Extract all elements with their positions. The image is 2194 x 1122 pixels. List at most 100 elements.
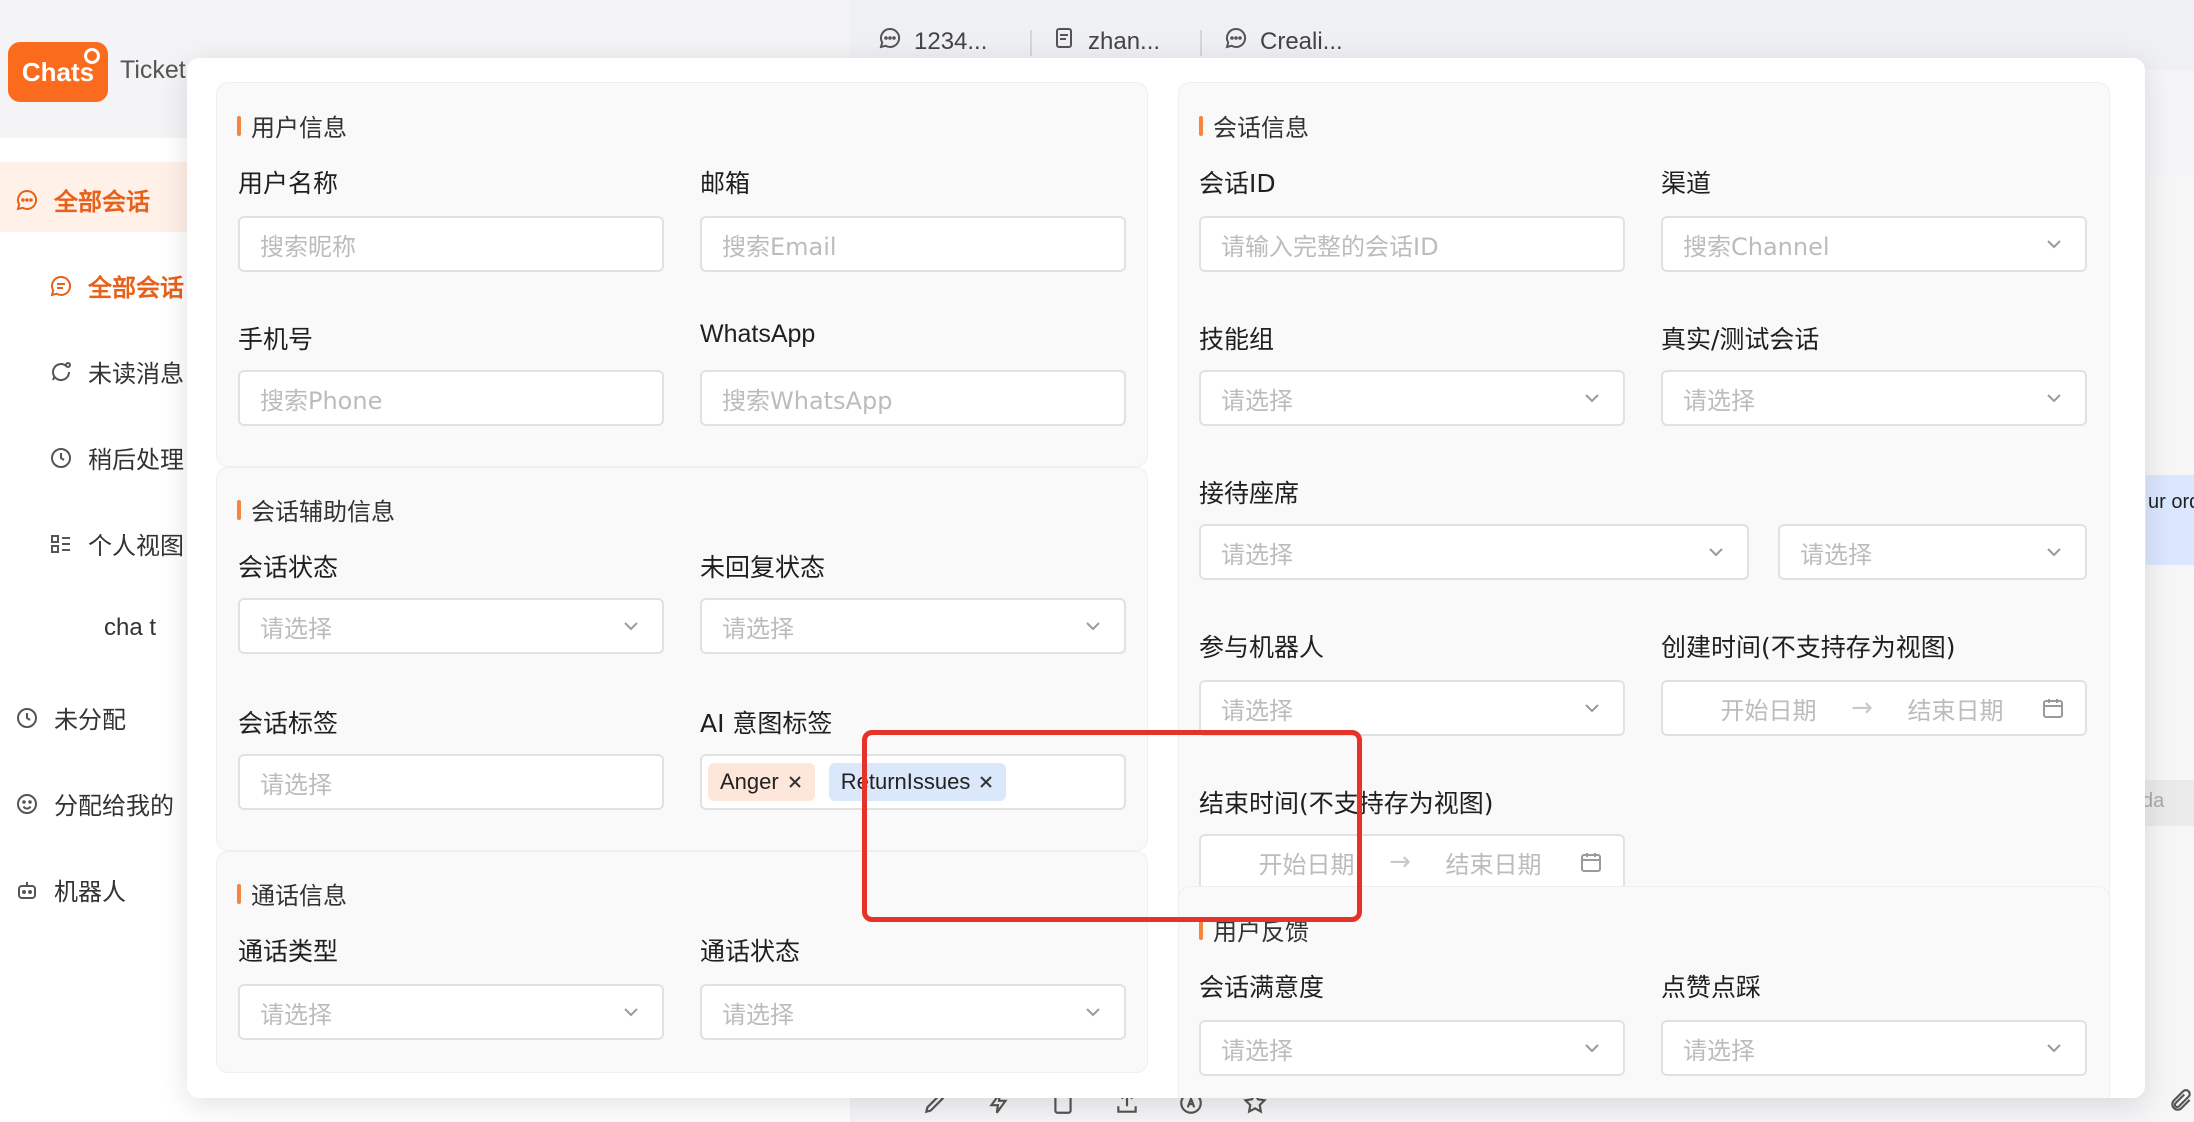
- placeholder: 请选择: [722, 614, 794, 643]
- placeholder: 请选择: [1683, 386, 1755, 415]
- highlight-box: [862, 730, 1362, 922]
- chat-bubble-icon: [878, 26, 902, 57]
- sidebar-item-label: 个人视图: [88, 532, 184, 560]
- section-title-text: 用户信息: [251, 114, 347, 142]
- bot-select[interactable]: 请选择: [1199, 680, 1625, 736]
- calendar-icon: [1579, 850, 1603, 874]
- created-time-label: 创建时间(不支持存为视图): [1661, 633, 1956, 662]
- reply-status-select[interactable]: 请选择: [700, 598, 1126, 654]
- placeholder: 请选择: [260, 614, 332, 643]
- document-icon: [1052, 26, 1076, 57]
- sidebar-item-assigned-to-me[interactable]: 分配给我的: [14, 786, 174, 821]
- chat-tag-label: 会话标签: [238, 709, 339, 738]
- sidebar-item-label: 全部会话: [54, 188, 150, 216]
- tickets-tab[interactable]: Ticket: [120, 56, 186, 85]
- section-accent-bar: [237, 499, 241, 520]
- session-id-input[interactable]: 请输入完整的会话ID: [1199, 216, 1625, 272]
- sidebar-subitem-all-chats[interactable]: 全部会话: [48, 268, 184, 303]
- chat-tag-select[interactable]: 请选择: [238, 754, 664, 810]
- placeholder: 请选择: [1221, 540, 1293, 569]
- smile-icon: [14, 791, 40, 817]
- attachment-icon[interactable]: [2168, 1088, 2194, 1118]
- session-id-label: 会话ID: [1199, 169, 1276, 198]
- channel-label: 渠道: [1661, 169, 1712, 198]
- user-info-title: 用户信息: [237, 108, 347, 143]
- sidebar-item-unassigned[interactable]: 未分配: [14, 700, 126, 735]
- placeholder: 搜索昵称: [260, 232, 356, 261]
- chat-bubble-icon: [14, 187, 40, 213]
- sidebar-item-label: 分配给我的: [54, 792, 174, 820]
- call-status-label: 通话状态: [700, 937, 801, 966]
- agent-select[interactable]: 请选择: [1199, 524, 1749, 580]
- placeholder: 请选择: [1221, 696, 1293, 725]
- chat-tab-2[interactable]: zhan...: [1052, 26, 1160, 57]
- phone-input[interactable]: 搜索Phone: [238, 370, 664, 426]
- robot-icon: [14, 877, 40, 903]
- chats-tab-button[interactable]: Chats: [8, 42, 108, 102]
- agent-label: 接待座席: [1199, 479, 1300, 508]
- chat-tab-label: 1234...: [914, 27, 988, 55]
- sidebar-item-all-chats[interactable]: 全部会话: [14, 182, 150, 217]
- clock-icon: [14, 705, 40, 731]
- satisfaction-select[interactable]: 请选择: [1199, 1020, 1625, 1076]
- like-dislike-select[interactable]: 请选择: [1661, 1020, 2087, 1076]
- chat-circle-icon: [48, 273, 74, 299]
- agent-secondary-select[interactable]: 请选择: [1778, 524, 2087, 580]
- real-test-select[interactable]: 请选择: [1661, 370, 2087, 426]
- user-name-input[interactable]: 搜索昵称: [238, 216, 664, 272]
- sidebar-item-later[interactable]: 稍后处理: [48, 440, 184, 475]
- tab-separator: [1030, 30, 1032, 56]
- end-date-placeholder: 结束日期: [1907, 696, 2004, 725]
- placeholder: 搜索Email: [722, 232, 837, 261]
- chevron-down-icon: [620, 615, 642, 637]
- arrow-right-icon: →: [1389, 847, 1411, 877]
- chevron-down-icon: [2043, 1037, 2065, 1059]
- call-status-select[interactable]: 请选择: [700, 984, 1126, 1040]
- chevron-down-icon: [2043, 541, 2065, 563]
- chat-status-select[interactable]: 请选择: [238, 598, 664, 654]
- chat-tab-1[interactable]: 1234...: [878, 26, 987, 57]
- aux-info-title: 会话辅助信息: [237, 492, 395, 527]
- unread-icon: [48, 359, 74, 385]
- placeholder: 请选择: [1683, 1036, 1755, 1065]
- arrow-right-icon: →: [1851, 693, 1873, 723]
- chevron-down-icon: [1082, 1001, 1104, 1023]
- sidebar-item-cha-t[interactable]: cha t: [104, 614, 156, 642]
- chat-tab-3[interactable]: Creali...: [1224, 26, 1343, 57]
- notification-dot: [84, 48, 100, 64]
- ai-intent-tag-label: AI 意图标签: [700, 709, 833, 738]
- start-date-placeholder: 开始日期: [1720, 696, 1817, 725]
- tag-chip-label: Anger: [720, 769, 779, 794]
- skill-group-select[interactable]: 请选择: [1199, 370, 1625, 426]
- user-name-label: 用户名称: [238, 169, 339, 198]
- like-dislike-label: 点赞点踩: [1661, 973, 1762, 1002]
- email-label: 邮箱: [700, 169, 751, 198]
- chevron-down-icon: [2043, 387, 2065, 409]
- email-input[interactable]: 搜索Email: [700, 216, 1126, 272]
- placeholder: 请选择: [260, 1000, 332, 1029]
- whatsapp-input[interactable]: 搜索WhatsApp: [700, 370, 1126, 426]
- section-title-text: 会话信息: [1213, 114, 1309, 142]
- sidebar-item-personal-view[interactable]: 个人视图: [48, 526, 184, 561]
- sidebar-item-unread[interactable]: 未读消息: [48, 354, 184, 389]
- chevron-down-icon: [1705, 541, 1727, 563]
- sidebar-item-robot[interactable]: 机器人: [14, 872, 126, 907]
- section-accent-bar: [237, 115, 241, 136]
- chevron-down-icon: [1581, 1037, 1603, 1059]
- channel-select[interactable]: 搜索Channel: [1661, 216, 2087, 272]
- section-title-text: 会话辅助信息: [251, 498, 395, 526]
- section-title-text: 通话信息: [251, 882, 347, 910]
- chat-tab-label: zhan...: [1088, 27, 1161, 55]
- message-bubble: ur ord: [2146, 475, 2194, 565]
- call-type-select[interactable]: 请选择: [238, 984, 664, 1040]
- list-view-icon: [48, 531, 74, 557]
- filter-modal: 用户信息 用户名称 搜索昵称 邮箱 搜索Email 手机号 搜索Phone Wh…: [187, 58, 2145, 1098]
- placeholder: 搜索WhatsApp: [722, 386, 893, 415]
- chevron-down-icon: [620, 1001, 642, 1023]
- placeholder: 请输入完整的会话ID: [1221, 232, 1439, 261]
- created-date-range[interactable]: 开始日期 → 结束日期: [1661, 680, 2087, 736]
- placeholder: 请选择: [260, 770, 332, 799]
- satisfaction-label: 会话满意度: [1199, 973, 1325, 1002]
- sidebar-item-label: 机器人: [54, 878, 126, 906]
- close-icon[interactable]: [787, 774, 803, 790]
